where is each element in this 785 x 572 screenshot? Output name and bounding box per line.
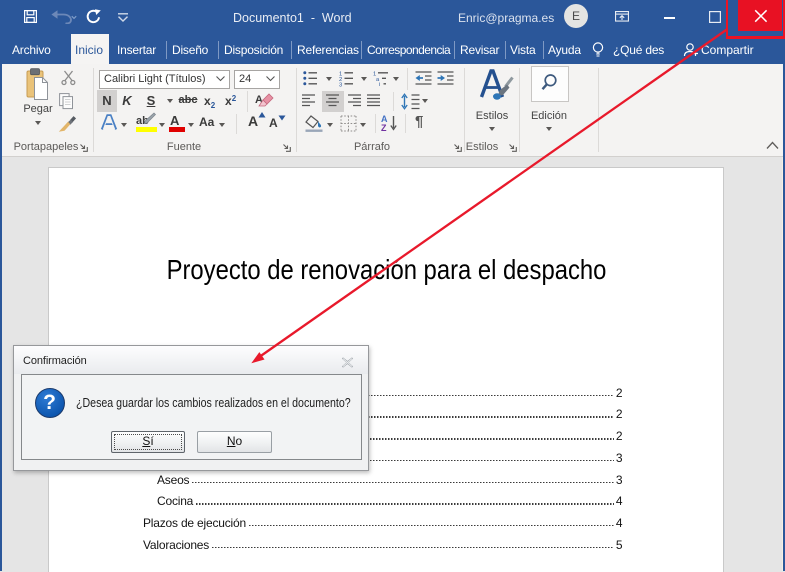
svg-text:i: i: [379, 82, 380, 86]
svg-text:3: 3: [339, 82, 342, 87]
svg-text:Z: Z: [381, 123, 387, 132]
